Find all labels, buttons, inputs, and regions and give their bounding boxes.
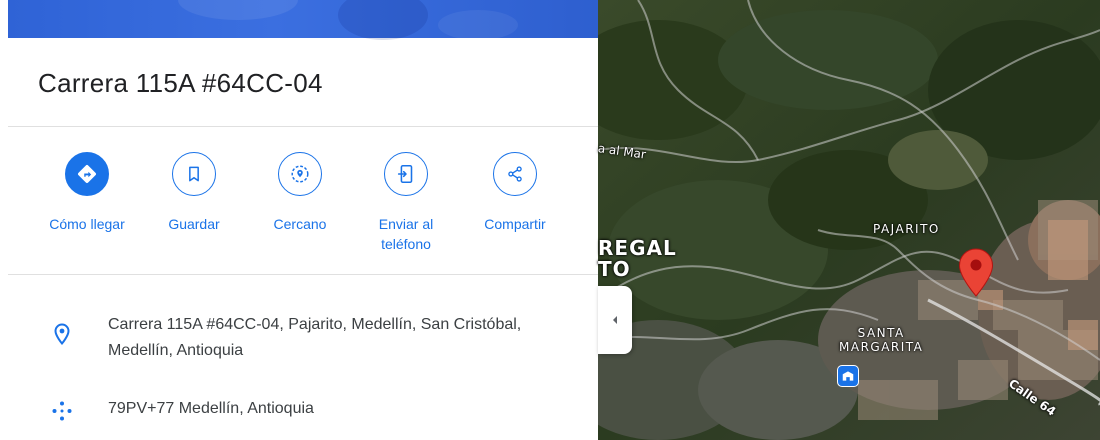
bookmark-icon	[172, 152, 216, 196]
directions-label: Cómo llegar	[49, 216, 125, 232]
share-button[interactable]: Compartir	[460, 152, 570, 234]
chevron-left-icon	[613, 316, 617, 324]
directions-button[interactable]: Cómo llegar	[32, 152, 142, 234]
location-pin-icon[interactable]	[958, 248, 994, 298]
plus-code-text: 79PV+77 Medellín, Antioquia	[108, 400, 314, 417]
save-button[interactable]: Guardar	[139, 152, 249, 234]
collapse-panel-button[interactable]	[598, 286, 632, 354]
place-photo-strip[interactable]	[8, 0, 598, 40]
address-text: Carrera 115A #64CC-04, Pajarito, Medellí…	[108, 316, 522, 359]
nearby-button[interactable]: Cercano	[245, 152, 355, 234]
directions-icon	[65, 152, 109, 196]
location-pin-icon	[50, 322, 74, 346]
divider	[8, 274, 598, 275]
save-label: Guardar	[168, 216, 220, 232]
map-label-regal: REGAL TO	[598, 236, 677, 281]
map-label-santa-margarita: SANTA MARGARITA	[839, 326, 924, 354]
place-title: Carrera 115A #64CC-04	[38, 68, 323, 98]
send-to-phone-icon	[384, 152, 428, 196]
nearby-icon	[278, 152, 322, 196]
divider	[8, 126, 598, 127]
send-to-phone-button[interactable]: Enviar al teléfono	[351, 152, 461, 254]
share-label: Compartir	[484, 216, 546, 232]
school-icon[interactable]	[838, 366, 858, 386]
plus-code-icon	[50, 399, 74, 423]
share-icon	[493, 152, 537, 196]
place-details-panel: Carrera 115A #64CC-04 Cómo llegar Guarda…	[0, 0, 598, 440]
map-label-pajarito: PAJARITO	[873, 222, 940, 236]
nearby-label: Cercano	[273, 216, 327, 232]
send-to-phone-label: Enviar al teléfono	[378, 216, 434, 252]
